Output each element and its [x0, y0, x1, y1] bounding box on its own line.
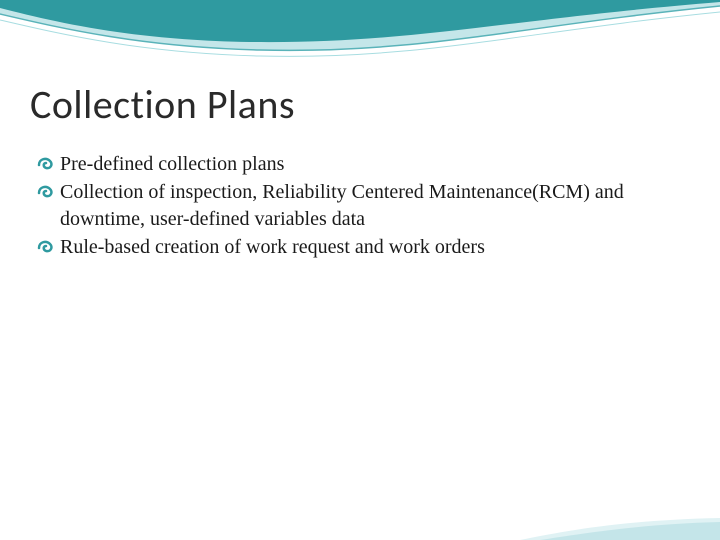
footer-swoosh-decoration — [0, 500, 720, 540]
list-item: Collection of inspection, Reliability Ce… — [36, 179, 690, 233]
list-item-text: Pre-defined collection plans — [60, 153, 284, 175]
swirl-bullet-icon — [36, 181, 56, 201]
swirl-bullet-icon — [36, 236, 56, 256]
list-item: Pre-defined collection plans — [36, 151, 690, 178]
swirl-bullet-icon — [36, 153, 56, 173]
bullet-list: Pre-defined collection plans Collection … — [30, 151, 690, 261]
list-item-text: Rule-based creation of work request and … — [60, 236, 485, 258]
slide-title: Collection Plans — [30, 80, 690, 129]
list-item-text: Collection of inspection, Reliability Ce… — [60, 181, 624, 230]
list-item: Rule-based creation of work request and … — [36, 234, 690, 261]
